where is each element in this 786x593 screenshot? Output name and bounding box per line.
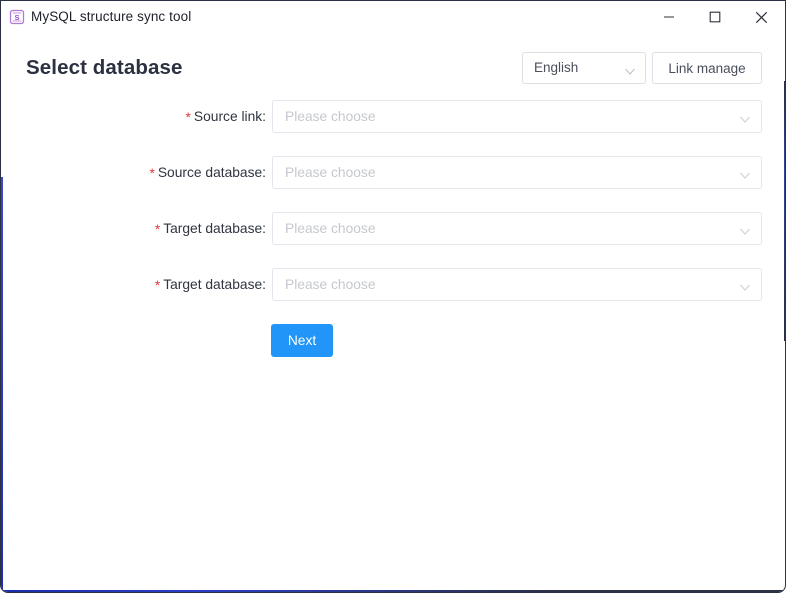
link-manage-button[interactable]: Link manage: [652, 52, 762, 84]
minimize-button[interactable]: [646, 1, 692, 33]
title-bar[interactable]: S MySQL structure sync tool: [1, 1, 785, 33]
form-label-text: Target database:: [163, 221, 266, 236]
chevron-down-icon: [739, 112, 751, 130]
chevron-down-icon: [624, 64, 636, 82]
select-placeholder: Please choose: [285, 277, 376, 292]
language-select-value: English: [534, 60, 579, 75]
required-marker: *: [185, 110, 191, 125]
chevron-down-icon: [739, 280, 751, 298]
page-title: Select database: [26, 56, 183, 79]
next-button[interactable]: Next: [271, 324, 333, 357]
form-row-target-database-1: * Target database: Please choose: [1, 212, 785, 268]
form-label-text: Source link:: [193, 109, 266, 124]
window-accent-bottom: [1, 590, 785, 592]
select-placeholder: Please choose: [285, 221, 376, 236]
maximize-icon: [709, 11, 721, 23]
language-select[interactable]: English: [522, 52, 646, 84]
form-row-source-database: * Source database: Please choose: [1, 156, 785, 212]
form-label-text: Source database:: [157, 165, 266, 180]
form-row-target-database-2: * Target database: Please choose: [1, 268, 785, 324]
close-icon: [755, 11, 767, 23]
required-marker: *: [154, 278, 161, 293]
maximize-button[interactable]: [692, 1, 738, 33]
form-label: * Target database:: [1, 221, 266, 237]
database-selection-form: * Source link: Please choose * Source data…: [1, 100, 785, 324]
required-marker: *: [149, 166, 155, 181]
svg-text:S: S: [14, 13, 19, 22]
form-label: * Source database:: [1, 165, 266, 181]
minimize-icon: [664, 16, 674, 18]
source-link-select[interactable]: Please choose: [272, 100, 762, 133]
chevron-down-icon: [739, 224, 751, 242]
form-row-source-link: * Source link: Please choose: [1, 100, 785, 156]
form-label: * Target database:: [1, 277, 266, 293]
source-database-select[interactable]: Please choose: [272, 156, 762, 189]
required-marker: *: [154, 222, 161, 237]
database-s-icon: S: [8, 8, 26, 26]
form-label-text: Target database:: [163, 277, 266, 292]
close-button[interactable]: [738, 1, 784, 33]
target-database-select-1[interactable]: Please choose: [272, 212, 762, 245]
select-placeholder: Please choose: [285, 109, 376, 124]
target-database-select-2[interactable]: Please choose: [272, 268, 762, 301]
app-window: S MySQL structure sync tool Select datab…: [0, 0, 786, 593]
form-label: * Source link:: [1, 109, 266, 125]
window-title: MySQL structure sync tool: [31, 9, 192, 24]
select-placeholder: Please choose: [285, 165, 376, 180]
chevron-down-icon: [739, 168, 751, 186]
